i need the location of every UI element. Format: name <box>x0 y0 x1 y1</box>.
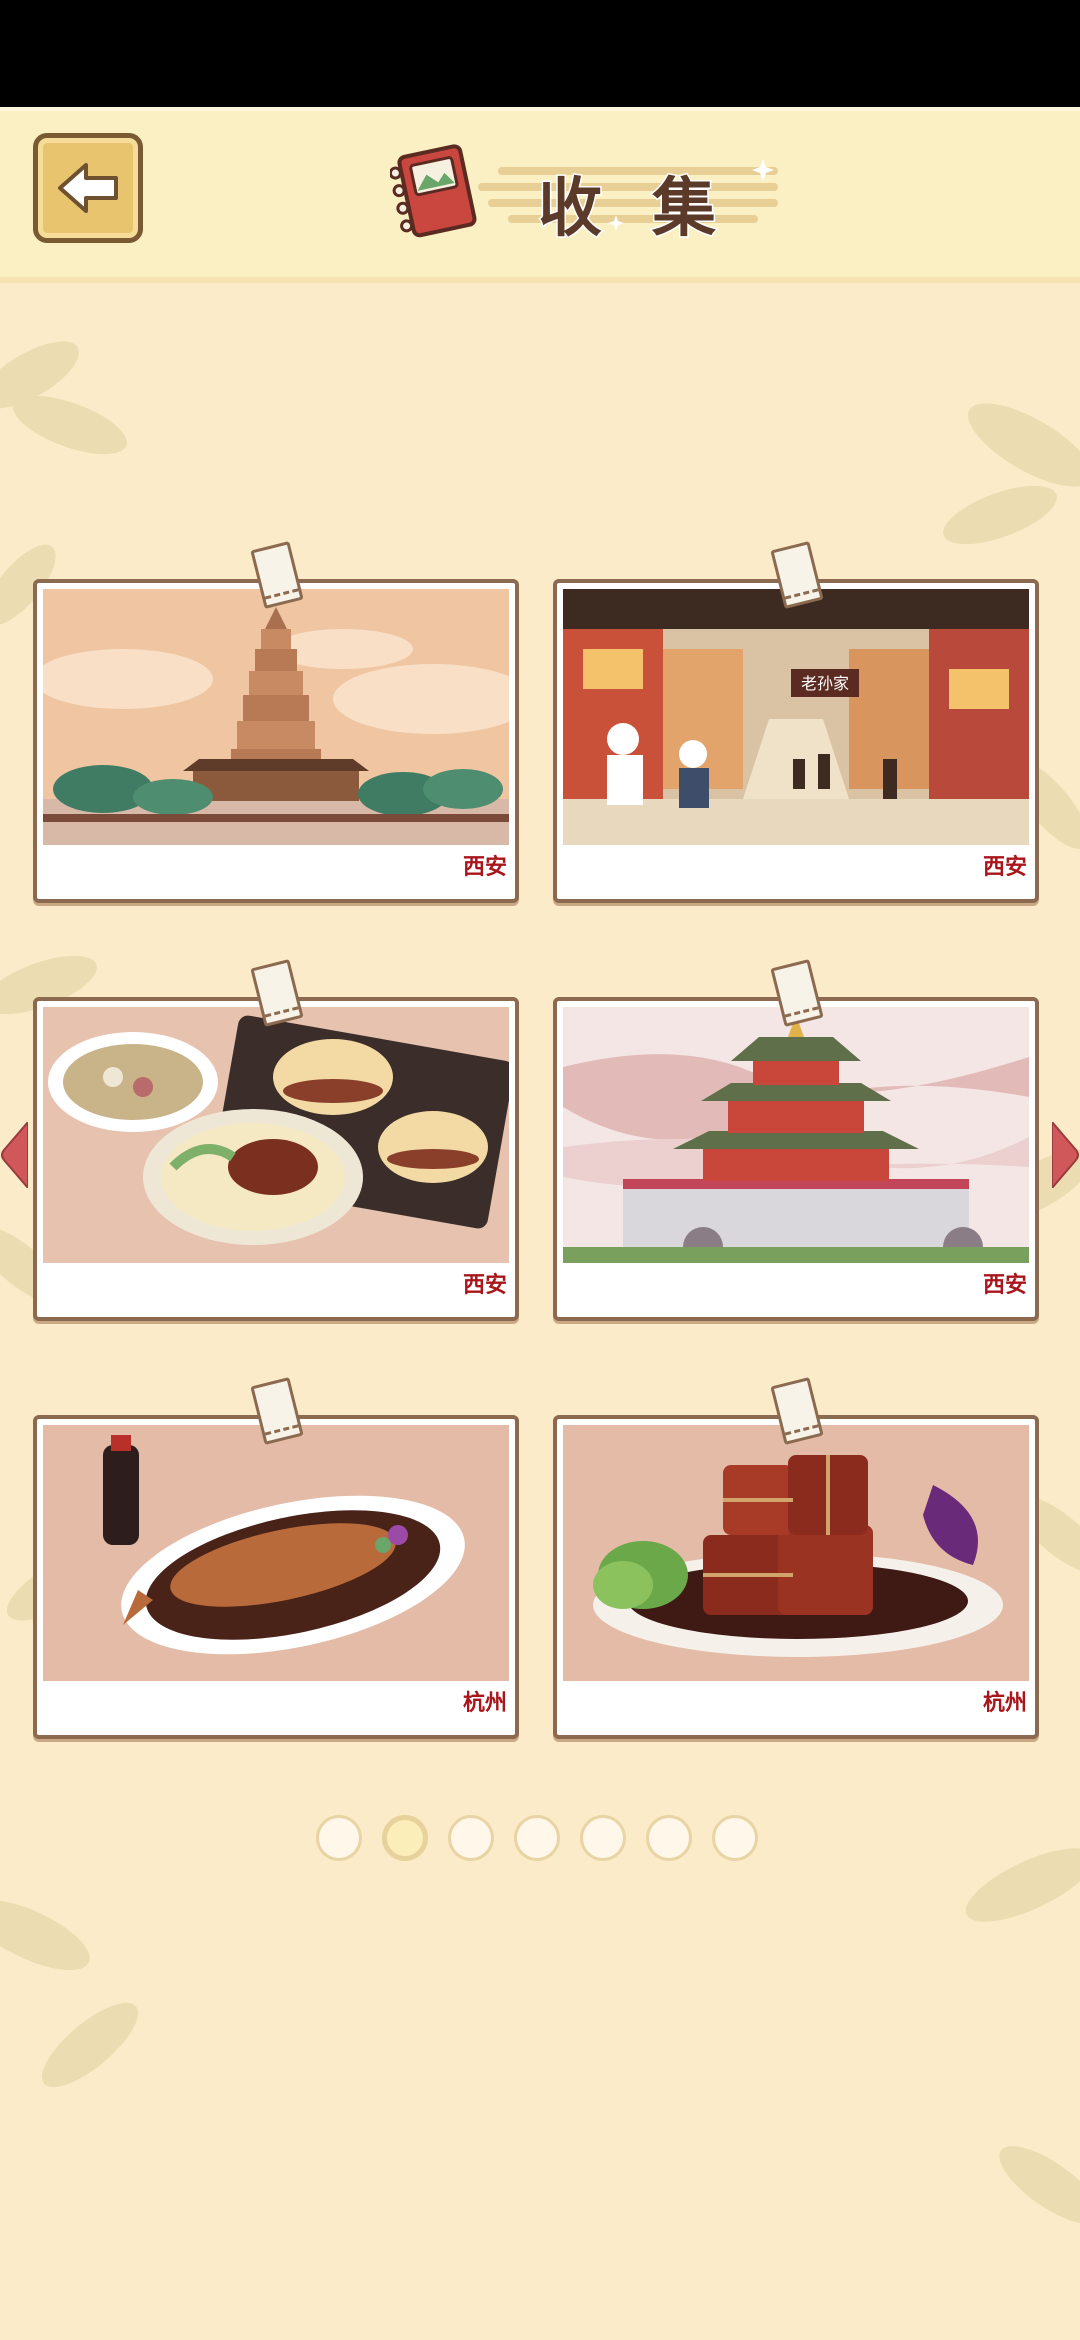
card-city-label: 西安 <box>982 854 1027 880</box>
page-dot[interactable] <box>448 1815 494 1861</box>
page-dot-active[interactable] <box>382 1815 428 1861</box>
page-dot[interactable] <box>316 1815 362 1861</box>
shop-sign: 老孙家 <box>801 674 849 693</box>
prev-page-button[interactable] <box>0 1119 29 1191</box>
card-artwork-bell-tower <box>563 1007 1029 1263</box>
title-label: 收集 <box>537 171 766 248</box>
page-dot[interactable] <box>646 1815 692 1861</box>
collection-card[interactable]: 西安 <box>33 579 519 903</box>
triangle-left-icon <box>1 1119 29 1191</box>
collection-card[interactable]: 西安 <box>553 997 1039 1321</box>
card-city-label: 杭州 <box>982 1690 1027 1716</box>
collection-card[interactable]: 老孙家 西安 <box>553 579 1039 903</box>
page-dot[interactable] <box>712 1815 758 1861</box>
page-dot[interactable] <box>514 1815 560 1861</box>
next-page-button[interactable] <box>1051 1119 1080 1191</box>
status-bar <box>0 0 1080 107</box>
card-artwork-pagoda <box>43 589 509 845</box>
collection-card[interactable]: 西安 <box>33 997 519 1321</box>
card-artwork-market: 老孙家 <box>563 589 1029 845</box>
card-city-label: 杭州 <box>462 1690 507 1716</box>
page-title: 收集 <box>388 137 788 248</box>
triangle-right-icon <box>1051 1119 1079 1191</box>
card-artwork-dongpo-pork <box>563 1425 1029 1681</box>
collection-card[interactable]: 杭州 <box>33 1415 519 1739</box>
card-city-label: 西安 <box>982 1272 1027 1298</box>
arrow-left-icon <box>58 163 118 213</box>
notebook-icon <box>390 144 477 238</box>
page-indicator <box>316 1815 764 1865</box>
card-artwork-roujiamo <box>43 1007 509 1263</box>
card-city-label: 西安 <box>462 854 507 880</box>
collection-card[interactable]: 杭州 <box>553 1415 1039 1739</box>
back-button[interactable] <box>33 133 143 243</box>
card-artwork-vinegar-fish <box>43 1425 509 1681</box>
page-dot[interactable] <box>580 1815 626 1861</box>
card-city-label: 西安 <box>462 1272 507 1298</box>
